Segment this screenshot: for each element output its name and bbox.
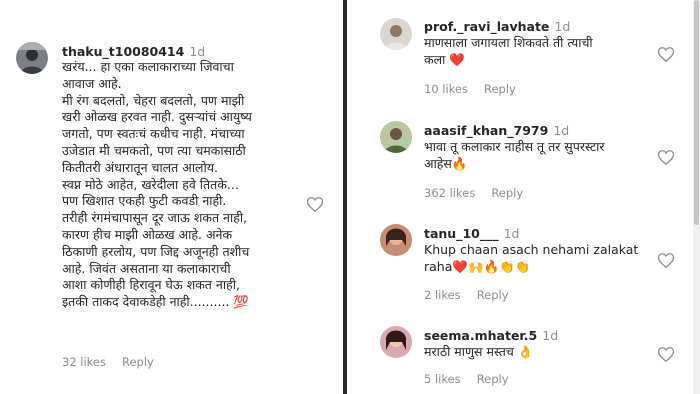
comment-line: पण खिशात एकही फुटी कवडी नाही. (62, 193, 227, 209)
right-comment-panel: prof._ravi_lavhate 1d माणसाला जगायला शिकव… (368, 0, 700, 394)
username-text[interactable]: aaasif_khan_7979 (424, 123, 548, 138)
comment-line: कितीतरी अंधारातून चालत आलोय. (62, 159, 218, 175)
comment-time: 1d (553, 123, 570, 138)
comment-text: Khup chaan asach nehami zalakat raha❤️🙌🔥… (424, 242, 679, 276)
comment-line: raha❤️🙌🔥👏👏 (424, 258, 531, 274)
avatar-tanu[interactable] (380, 224, 412, 256)
username-text[interactable]: tanu_10___ (424, 226, 499, 241)
scrollbar-track[interactable] (693, 0, 700, 394)
comment-username[interactable]: tanu_10___ 1d (424, 226, 520, 241)
comment-text: भावा तू कलाकार नाहीस तू तर सुपरस्टार आहे… (424, 139, 679, 173)
panel-divider (343, 0, 347, 394)
comment-line: तरीही रंगमंचापासून दूर जाऊ शकत नाही, (62, 210, 248, 226)
heart-outline-icon[interactable] (657, 149, 675, 166)
comment-username[interactable]: aaasif_khan_7979 1d (424, 123, 569, 138)
reply-button[interactable]: Reply (491, 186, 523, 200)
comment-line: आवाज आहे. (62, 75, 122, 91)
heart-outline-icon[interactable] (657, 346, 675, 363)
comment-line: स्वप्न मोठे आहेत, खरेदीला हवे तितके... (62, 176, 239, 192)
comment-username[interactable]: prof._ravi_lavhate 1d (424, 19, 570, 34)
comment-time: 1d (554, 19, 571, 34)
comment-line: जगतो, पण स्वतःचं कधीच नाही. मंचाच्या (62, 126, 245, 142)
username-text[interactable]: prof._ravi_lavhate (424, 19, 549, 34)
comment-line: कारण हीच माझी ओळख आहे. अनेक (62, 226, 233, 242)
comment-meta: 32 likes Reply (62, 355, 154, 369)
heart-outline-icon[interactable] (306, 196, 324, 213)
username-text[interactable]: thaku_t10080414 (62, 44, 184, 59)
avatar-ravi[interactable] (380, 18, 412, 50)
avatar-thaku[interactable] (16, 42, 48, 74)
comment-line: इतकी ताकद देवाकडेही नाही.......... 💯 (62, 294, 249, 310)
heart-outline-icon[interactable] (657, 46, 675, 63)
reply-button[interactable]: Reply (484, 82, 516, 96)
left-comment-panel: thaku_t10080414 1d खरंय... हा एका कलाकारा… (0, 0, 340, 394)
comment-meta: 5 likes Reply (424, 372, 509, 386)
comment-line: आहे. जिवंत असताना या कलाकाराची (62, 260, 231, 276)
comment-line: खरी ओळख हरवत नाही. दुसऱ्यांचं आयुष्य (62, 109, 252, 125)
scrollbar-thumb[interactable] (694, 0, 699, 225)
comment-line: आशा कोणीही हिरावून घेऊ शकत नाही, (62, 277, 240, 293)
heart-outline-icon[interactable] (657, 252, 675, 269)
comment-line: Khup chaan asach nehami zalakat (424, 242, 639, 257)
comment-meta: 10 likes Reply (424, 82, 516, 96)
avatar-seema[interactable] (380, 326, 412, 358)
likes-count[interactable]: 5 likes (424, 372, 461, 386)
likes-count[interactable]: 362 likes (424, 186, 475, 200)
likes-count[interactable]: 10 likes (424, 82, 468, 96)
comment-line: आहेस🔥 (424, 155, 468, 171)
comment-line: मी रंग बदलतो, चेहरा बदलतो, पण माझी (62, 92, 245, 108)
comment-meta: 362 likes Reply (424, 186, 523, 200)
comment-line: भावा तू कलाकार नाहीस तू तर सुपरस्टार (424, 139, 605, 154)
reply-button[interactable]: Reply (477, 372, 509, 386)
comment-line: मराठी माणुस मस्तच 👌 (424, 344, 534, 359)
comment-text: मराठी माणुस मस्तच 👌 (424, 344, 679, 361)
comment-line: माणसाला जगायला शिकवते ती त्याची (424, 35, 593, 50)
reply-button[interactable]: Reply (477, 288, 509, 302)
comment-text: खरंय... हा एका कलाकाराच्या जिवाचा आवाज आ… (62, 59, 337, 311)
comment-line: ठिकाणी हरलोय, पण जिद्द अजूनही तशीच (62, 243, 250, 259)
reply-button[interactable]: Reply (122, 355, 154, 369)
username-text[interactable]: seema.mhater.5 (424, 328, 537, 343)
avatar-aaasif[interactable] (380, 121, 412, 153)
likes-count[interactable]: 2 likes (424, 288, 461, 302)
comment-line: खरंय... हा एका कलाकाराच्या जिवाचा (62, 59, 234, 74)
likes-count[interactable]: 32 likes (62, 355, 106, 369)
comment-line: कला ❤️ (424, 51, 465, 67)
comment-text: माणसाला जगायला शिकवते ती त्याची कला ❤️ (424, 35, 679, 69)
comment-meta: 2 likes Reply (424, 288, 509, 302)
comment-username[interactable]: seema.mhater.5 1d (424, 328, 558, 343)
comment-line: उजेडात मी चमकतो, पण त्या चमकासाठी (62, 142, 246, 158)
comment-time: 1d (542, 328, 559, 343)
comment-time: 1d (503, 226, 520, 241)
comment-time: 1d (189, 44, 206, 59)
comment-username[interactable]: thaku_t10080414 1d (62, 44, 205, 59)
